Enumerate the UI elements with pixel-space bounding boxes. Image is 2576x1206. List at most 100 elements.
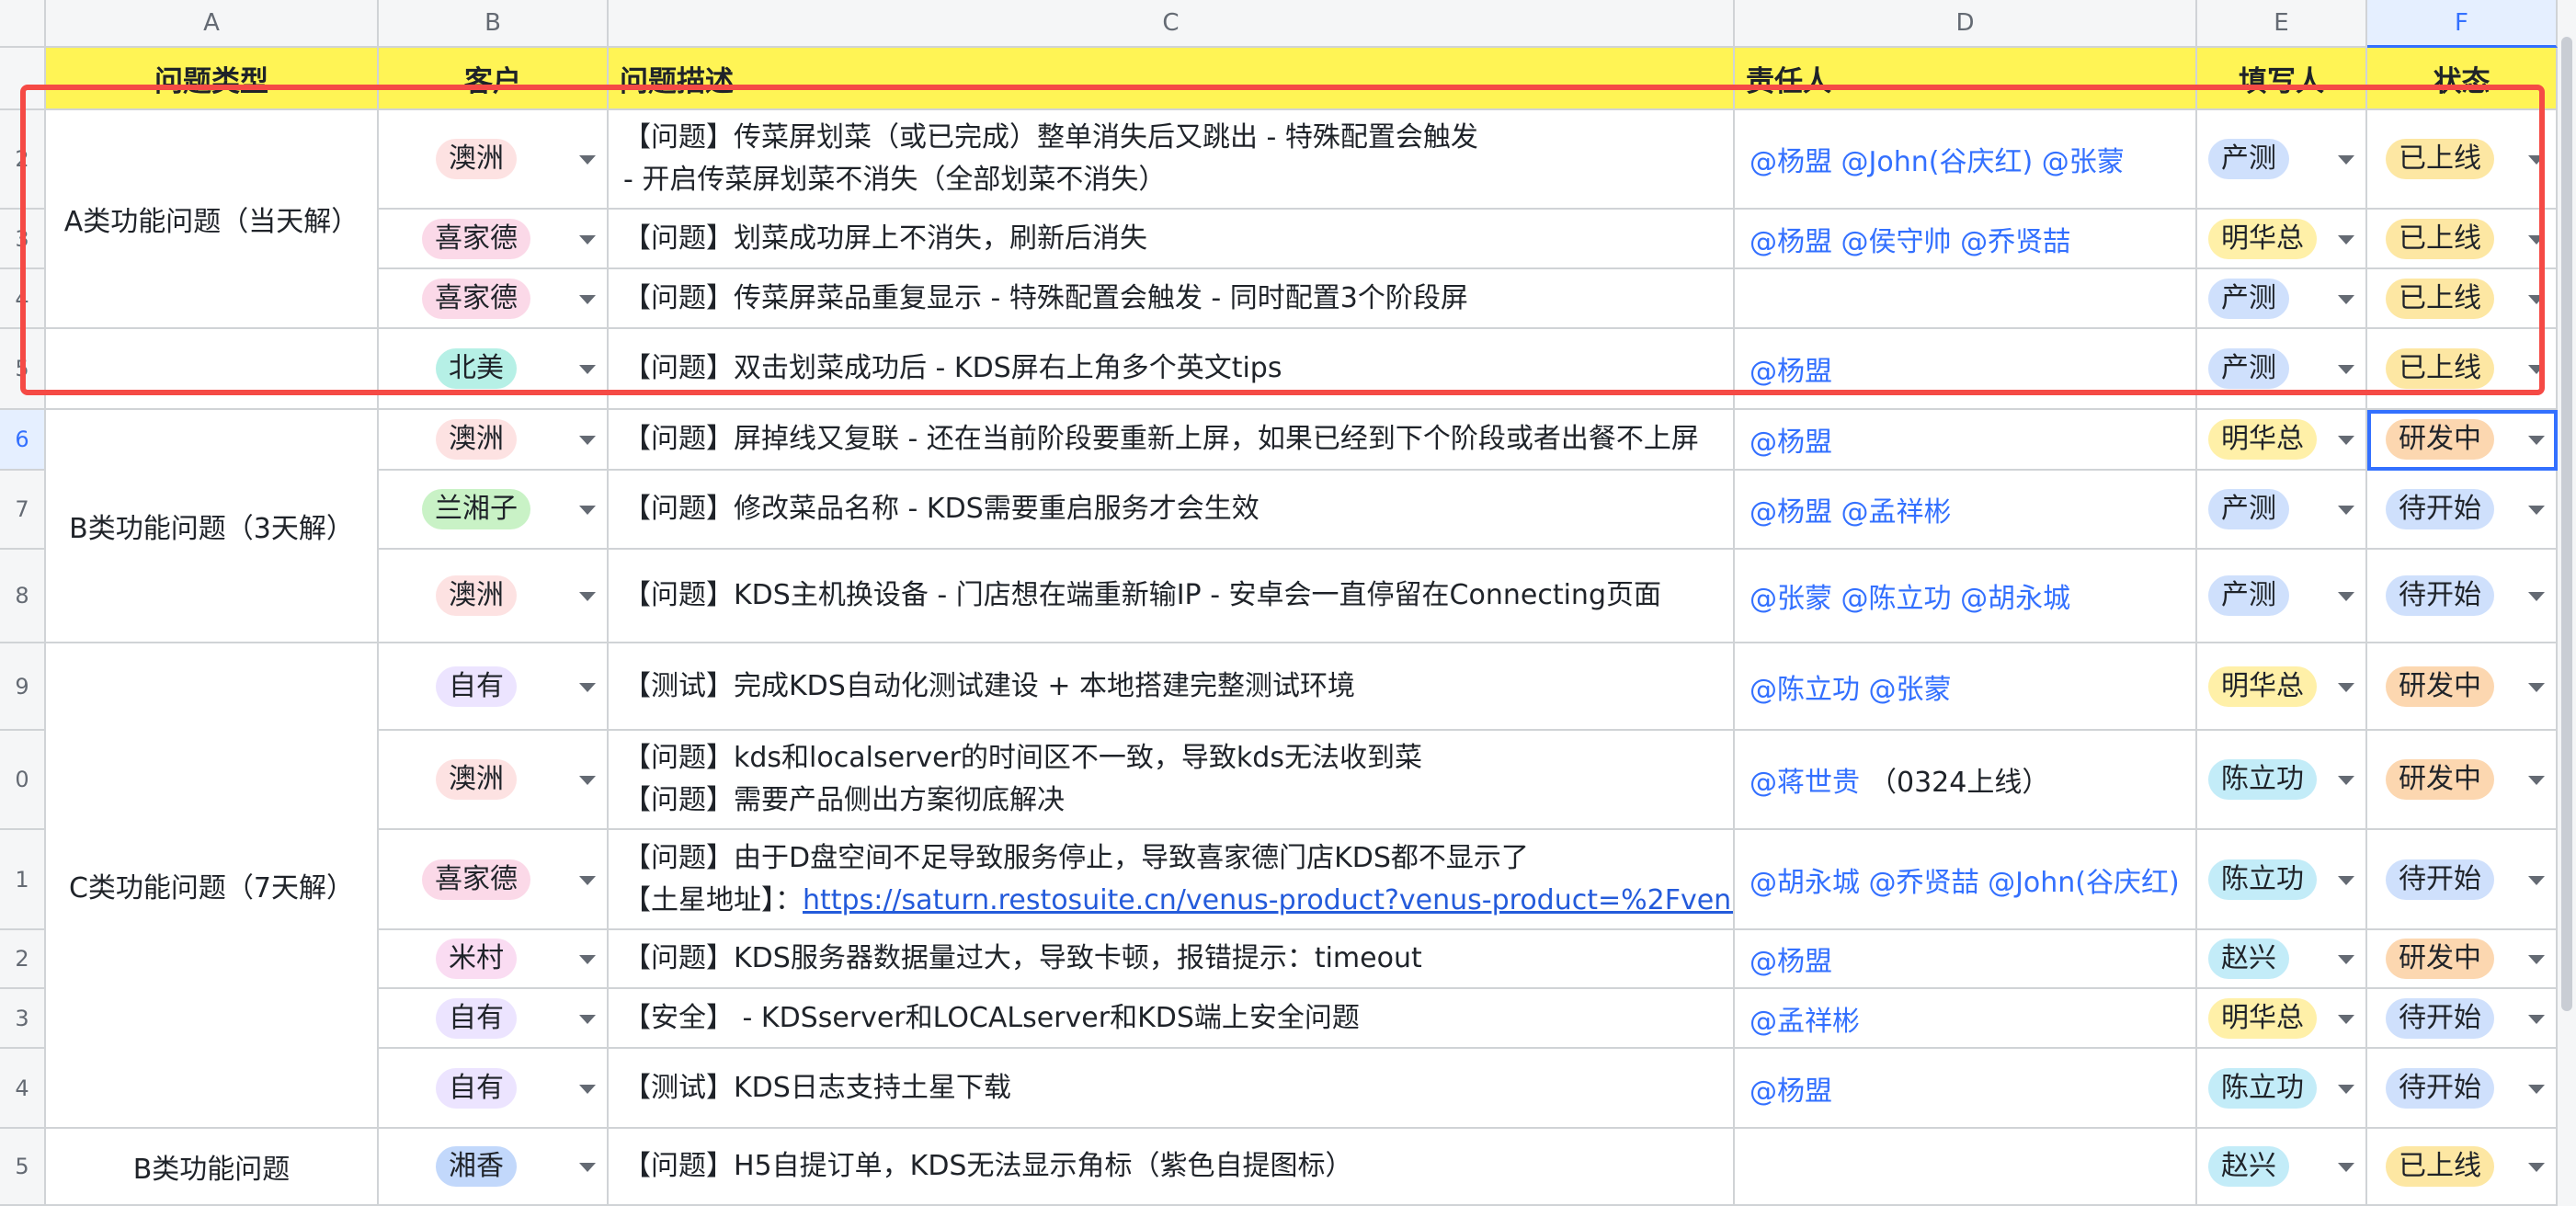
description-cell[interactable]: 【问题】KDS主机换设备 - 门店想在端重新输IP - 安卓会一直停留在Conn… bbox=[609, 550, 1735, 643]
chevron-down-icon[interactable] bbox=[2528, 436, 2545, 445]
chevron-down-icon[interactable] bbox=[2338, 506, 2354, 515]
owner-cell[interactable]: @杨盟 @John(谷庆红) @张蒙 bbox=[1735, 110, 2197, 210]
status-cell[interactable]: 已上线 bbox=[2367, 110, 2558, 210]
writer-cell[interactable]: 明华总 bbox=[2197, 410, 2367, 471]
row-header[interactable]: 2 bbox=[0, 110, 46, 210]
row-header[interactable]: 3 bbox=[0, 989, 46, 1049]
owner-mentions[interactable]: @陈立功 @张蒙 bbox=[1750, 666, 1952, 707]
chevron-down-icon[interactable] bbox=[2338, 1014, 2354, 1024]
chevron-down-icon[interactable] bbox=[2338, 776, 2354, 785]
status-cell[interactable]: 研发中 bbox=[2367, 410, 2558, 471]
chevron-down-icon[interactable] bbox=[2338, 592, 2354, 601]
chevron-down-icon[interactable] bbox=[2338, 234, 2354, 245]
column-header-a[interactable]: A bbox=[46, 0, 379, 48]
chevron-down-icon[interactable] bbox=[2528, 365, 2545, 374]
owner-mentions[interactable]: @杨盟 @孟祥彬 bbox=[1750, 489, 1952, 529]
owner-cell[interactable]: @杨盟 @孟祥彬 bbox=[1735, 471, 2197, 550]
chevron-down-icon[interactable] bbox=[579, 682, 596, 692]
owner-mentions[interactable]: @杨盟 bbox=[1750, 419, 1832, 460]
customer-cell[interactable]: 自有 bbox=[379, 643, 609, 731]
chevron-down-icon[interactable] bbox=[2528, 682, 2545, 692]
owner-cell[interactable]: @蒋世贵 （0324上线） bbox=[1735, 731, 2197, 830]
chevron-down-icon[interactable] bbox=[2528, 955, 2545, 964]
row-header[interactable]: 4 bbox=[0, 269, 46, 329]
customer-cell[interactable]: 兰湘子 bbox=[379, 471, 609, 550]
chevron-down-icon[interactable] bbox=[2528, 1163, 2545, 1172]
owner-cell[interactable]: @陈立功 @张蒙 bbox=[1735, 643, 2197, 731]
chevron-down-icon[interactable] bbox=[579, 875, 596, 885]
chevron-down-icon[interactable] bbox=[2338, 436, 2354, 445]
chevron-down-icon[interactable] bbox=[2528, 155, 2545, 165]
status-cell[interactable]: 已上线 bbox=[2367, 1129, 2558, 1206]
owner-cell[interactable]: @杨盟 @侯守帅 @乔贤喆 bbox=[1735, 210, 2197, 269]
chevron-down-icon[interactable] bbox=[2528, 1014, 2545, 1024]
owner-cell[interactable]: @杨盟 bbox=[1735, 410, 2197, 471]
owner-cell[interactable] bbox=[1735, 1129, 2197, 1206]
customer-cell[interactable]: 自有 bbox=[379, 1049, 609, 1129]
description-cell[interactable]: 【问题】H5自提订单，KDS无法显示角标（紫色自提图标） bbox=[609, 1129, 1735, 1206]
status-cell[interactable]: 已上线 bbox=[2367, 329, 2558, 410]
chevron-down-icon[interactable] bbox=[2338, 155, 2354, 165]
row-header[interactable]: 8 bbox=[0, 550, 46, 643]
category-cell[interactable] bbox=[46, 329, 379, 410]
customer-cell[interactable]: 澳洲 bbox=[379, 410, 609, 471]
writer-cell[interactable]: 陈立功 bbox=[2197, 1049, 2367, 1129]
status-cell[interactable]: 待开始 bbox=[2367, 1049, 2558, 1129]
chevron-down-icon[interactable] bbox=[579, 155, 596, 165]
chevron-down-icon[interactable] bbox=[2528, 592, 2545, 601]
row-header[interactable]: 5 bbox=[0, 1129, 46, 1206]
chevron-down-icon[interactable] bbox=[2528, 294, 2545, 304]
customer-cell[interactable]: 喜家德 bbox=[379, 210, 609, 269]
header-cell-a[interactable]: 问题类型 bbox=[46, 48, 379, 110]
select-all-corner[interactable] bbox=[0, 0, 46, 48]
customer-cell[interactable]: 北美 bbox=[379, 329, 609, 410]
row-header[interactable]: 6 bbox=[0, 410, 46, 471]
chevron-down-icon[interactable] bbox=[2338, 875, 2354, 885]
header-cell-f[interactable]: 状态 bbox=[2367, 48, 2558, 110]
chevron-down-icon[interactable] bbox=[579, 365, 596, 374]
chevron-down-icon[interactable] bbox=[2338, 682, 2354, 692]
writer-cell[interactable]: 产测 bbox=[2197, 110, 2367, 210]
description-cell[interactable]: 【测试】KDS日志支持土星下载 bbox=[609, 1049, 1735, 1129]
owner-mentions[interactable]: @张蒙 @陈立功 @胡永城 bbox=[1750, 575, 2070, 616]
writer-cell[interactable]: 赵兴 bbox=[2197, 930, 2367, 989]
row-header[interactable]: 9 bbox=[0, 643, 46, 731]
owner-mentions[interactable]: @杨盟 @John(谷庆红) @张蒙 bbox=[1750, 139, 2125, 179]
writer-cell[interactable]: 明华总 bbox=[2197, 210, 2367, 269]
row-header[interactable]: 5 bbox=[0, 329, 46, 410]
chevron-down-icon[interactable] bbox=[2528, 1084, 2545, 1094]
owner-mentions[interactable]: @杨盟 bbox=[1750, 348, 1832, 389]
description-cell[interactable]: 【安全】 - KDSserver和LOCALserver和KDS端上安全问题 bbox=[609, 989, 1735, 1049]
chevron-down-icon[interactable] bbox=[579, 776, 596, 785]
owner-cell[interactable]: @孟祥彬 bbox=[1735, 989, 2197, 1049]
writer-cell[interactable]: 明华总 bbox=[2197, 643, 2367, 731]
row-header[interactable]: 1 bbox=[0, 830, 46, 930]
column-header-d[interactable]: D bbox=[1735, 0, 2197, 48]
status-cell[interactable]: 待开始 bbox=[2367, 550, 2558, 643]
chevron-down-icon[interactable] bbox=[579, 294, 596, 304]
chevron-down-icon[interactable] bbox=[2528, 875, 2545, 885]
row-header[interactable]: 4 bbox=[0, 1049, 46, 1129]
row-header[interactable]: 0 bbox=[0, 731, 46, 830]
customer-cell[interactable]: 喜家德 bbox=[379, 830, 609, 930]
category-cell[interactable]: C类功能问题（7天解） bbox=[46, 643, 379, 1129]
chevron-down-icon[interactable] bbox=[579, 506, 596, 515]
writer-cell[interactable]: 陈立功 bbox=[2197, 830, 2367, 930]
chevron-down-icon[interactable] bbox=[2338, 1163, 2354, 1172]
chevron-down-icon[interactable] bbox=[2338, 1084, 2354, 1094]
description-cell[interactable]: 【问题】由于D盘空间不足导致服务停止，导致喜家德门店KDS都不显示了 【土星地址】… bbox=[609, 830, 1735, 930]
vertical-scrollbar[interactable] bbox=[2558, 0, 2576, 1206]
chevron-down-icon[interactable] bbox=[579, 234, 596, 245]
description-cell[interactable]: 【问题】KDS服务器数据量过大，导致卡顿，报错提示：timeout bbox=[609, 930, 1735, 989]
owner-mentions[interactable]: @蒋世贵 bbox=[1750, 759, 1860, 800]
category-cell[interactable]: B类功能问题 bbox=[46, 1129, 379, 1206]
writer-cell[interactable]: 陈立功 bbox=[2197, 731, 2367, 830]
row-header[interactable]: 2 bbox=[0, 930, 46, 989]
chevron-down-icon[interactable] bbox=[2338, 955, 2354, 964]
status-cell[interactable]: 待开始 bbox=[2367, 830, 2558, 930]
owner-cell[interactable]: @胡永城 @乔贤喆 @John(谷庆红) bbox=[1735, 830, 2197, 930]
description-cell[interactable]: 【问题】划菜成功屏上不消失，刷新后消失 bbox=[609, 210, 1735, 269]
owner-cell[interactable]: @张蒙 @陈立功 @胡永城 bbox=[1735, 550, 2197, 643]
column-header-c[interactable]: C bbox=[609, 0, 1735, 48]
header-cell-c[interactable]: 问题描述 bbox=[609, 48, 1735, 110]
